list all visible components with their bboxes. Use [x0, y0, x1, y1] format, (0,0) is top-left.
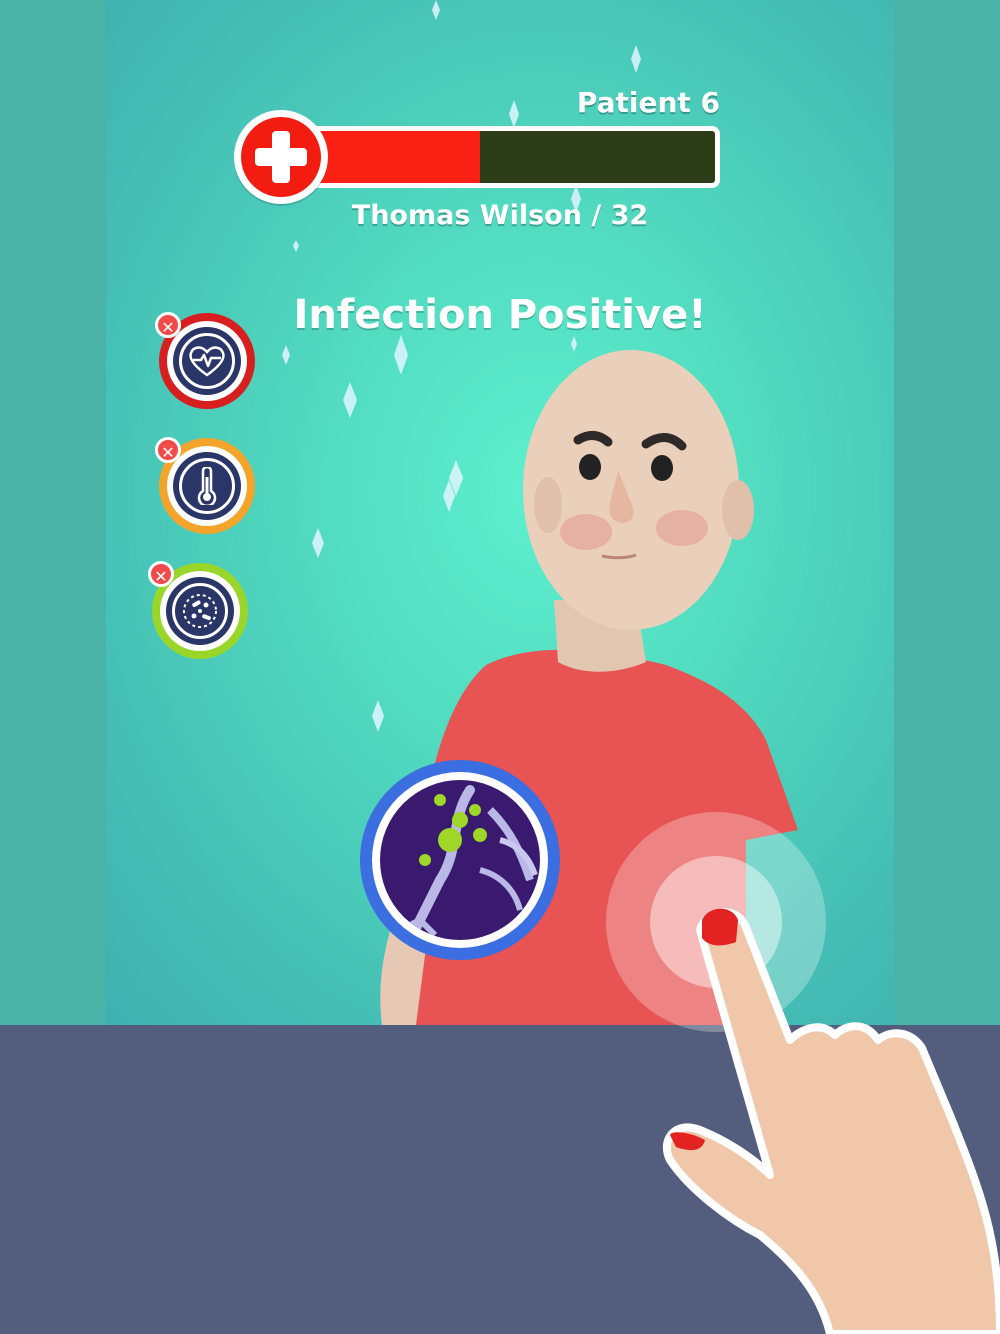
heartbeat-icon: [189, 346, 225, 377]
patient-eye-right: [651, 455, 673, 481]
pointing-hand-icon: [662, 908, 1000, 1334]
patient-cheek-left: [560, 514, 612, 550]
tool-used-x-icon: ✕: [148, 561, 174, 587]
tool-used-x-icon: ✕: [155, 312, 181, 338]
patient-eye-left: [579, 454, 601, 480]
bacteria-icon: [183, 594, 217, 628]
infection-progress-bar: [290, 126, 720, 188]
thermometer-icon: [197, 467, 217, 505]
patient-number-label: Patient 6: [576, 86, 720, 119]
right-border: [894, 0, 1000, 1025]
left-border: [0, 0, 106, 1025]
medical-cross-icon: [234, 110, 328, 204]
diagnosis-status-message: Infection Positive!: [293, 292, 707, 338]
patient-ear-left: [534, 477, 562, 533]
patient-ear-right: [722, 480, 754, 540]
patient-name: Thomas Wilson / 32: [351, 200, 649, 231]
bacteria-view: [398, 785, 538, 940]
tool-used-x-icon: ✕: [155, 437, 181, 463]
patient-cheek-right: [656, 510, 708, 546]
infection-scope-lens[interactable]: [360, 760, 560, 960]
